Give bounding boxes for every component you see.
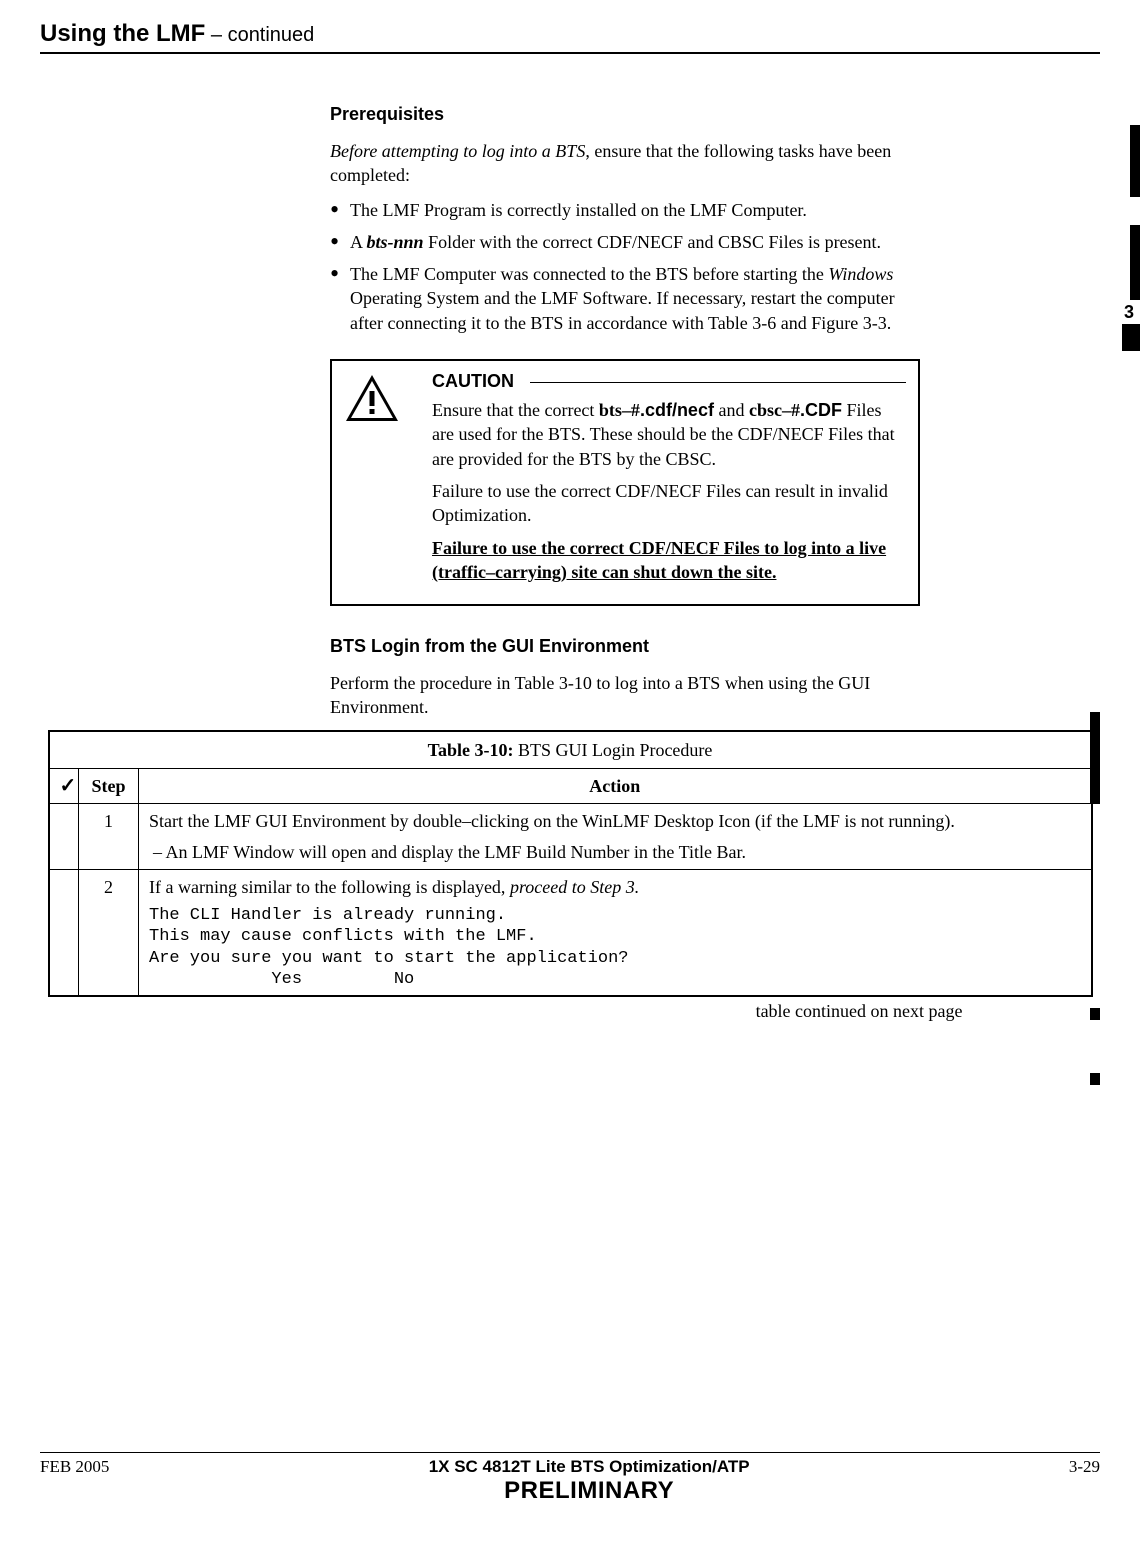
procedure-table: Table 3-10: BTS GUI Login Procedure ✓ St… [48,730,1093,997]
text-bold-sans: .cdf/necf [640,400,714,420]
text-bold-sans: .CDF [800,400,842,420]
caution-para-3: Failure to use the correct CDF/NECF File… [432,536,906,585]
col-header-check: ✓ [49,769,79,804]
prereq-intro-italic: Before attempting to log into a BTS [330,141,585,161]
footer-date: FEB 2005 [40,1457,109,1477]
header-continued: – continued [205,24,314,46]
text-bold: bts–# [599,400,640,420]
caution-para-2: Failure to use the correct CDF/NECF File… [432,479,906,528]
table-row: 1 Start the LMF GUI Environment by doubl… [49,804,1092,870]
warning-icon [344,373,400,423]
check-cell [49,869,79,996]
header-title: Using the LMF [40,20,205,47]
page-footer: FEB 2005 1X SC 4812T Lite BTS Optimizati… [40,1452,1100,1505]
bullet-text-a: The LMF Computer was connected to the BT… [350,264,828,284]
prereq-list: The LMF Program is correctly installed o… [330,198,920,335]
footer-center: 1X SC 4812T Lite BTS Optimization/ATP PR… [109,1457,1068,1505]
bullet-text-i: Windows [828,264,893,284]
action-text: If a warning similar to the following is… [149,875,1081,899]
step-cell: 2 [79,869,139,996]
action-cell: Start the LMF GUI Environment by double–… [139,804,1092,870]
prereq-heading: Prerequisites [330,104,920,125]
main-content: Prerequisites Before attempting to log i… [330,104,920,720]
caution-rule [530,382,906,383]
caution-para-1: Ensure that the correct bts–#.cdf/necf a… [432,398,906,471]
prereq-intro: Before attempting to log into a BTS, ens… [330,139,920,188]
footer-rule [40,1452,1100,1453]
bullet-text: The LMF Program is correctly installed o… [350,200,807,220]
check-icon: ✓ [60,775,77,797]
caution-underline: Failure to use the correct CDF/NECF File… [432,538,886,582]
text-italic: proceed to Step 3. [510,877,639,897]
caution-body: CAUTION Ensure that the correct bts–#.cd… [432,361,918,604]
bullet-text-bi: bts-nnn [367,232,424,252]
change-bar [1090,1073,1100,1085]
gui-login-intro: Perform the procedure in Table 3-10 to l… [330,671,920,720]
footer-page-number: 3-29 [1069,1457,1100,1477]
caution-box: CAUTION Ensure that the correct bts–#.cd… [330,359,920,606]
text-bold: cbsc–# [749,400,800,420]
table-row: 2 If a warning similar to the following … [49,869,1092,996]
caution-title-row: CAUTION [432,371,906,392]
text: Ensure that the correct [432,400,599,420]
caution-title: CAUTION [432,371,514,392]
table-continued-note: table continued on next page [48,1001,1093,1022]
bullet-text-c: Operating System and the LMF Software. I… [350,288,895,332]
action-text: Start the LMF GUI Environment by double–… [149,809,1081,833]
table-caption: Table 3-10: BTS GUI Login Procedure [49,731,1092,769]
text: If a warning similar to the following is… [149,877,510,897]
bullet-text-c: Folder with the correct CDF/NECF and CBS… [424,232,881,252]
check-cell [49,804,79,870]
footer-preliminary: PRELIMINARY [109,1477,1068,1505]
side-tab-block-lower [1122,323,1140,351]
step-cell: 1 [79,804,139,870]
text: and [714,400,749,420]
page: Using the LMF – continued 3 Prerequisite… [0,0,1140,1543]
change-bar [1090,712,1100,804]
list-item: The LMF Computer was connected to the BT… [330,262,920,335]
gui-login-heading: BTS Login from the GUI Environment [330,636,920,657]
page-header: Using the LMF – continued [40,20,1100,54]
side-tab-block-upper [1130,125,1140,197]
chapter-tab-number: 3 [1118,300,1140,324]
change-bar [1090,1008,1100,1020]
action-cell: If a warning similar to the following is… [139,869,1092,996]
list-item: The LMF Program is correctly installed o… [330,198,920,222]
footer-doc-title: 1X SC 4812T Lite BTS Optimization/ATP [109,1457,1068,1477]
col-header-step: Step [79,769,139,804]
caution-icon-cell [332,361,432,604]
footer-row: FEB 2005 1X SC 4812T Lite BTS Optimizati… [40,1457,1100,1505]
col-header-action: Action [139,769,1092,804]
table-caption-bold: Table 3-10: [428,740,514,760]
bullet-text-a: A [350,232,367,252]
action-subitem: – An LMF Window will open and display th… [149,840,1081,864]
table-caption-rest: BTS GUI Login Procedure [513,740,712,760]
code-block: The CLI Handler is already running. This… [149,905,1081,990]
list-item: A bts-nnn Folder with the correct CDF/NE… [330,230,920,254]
